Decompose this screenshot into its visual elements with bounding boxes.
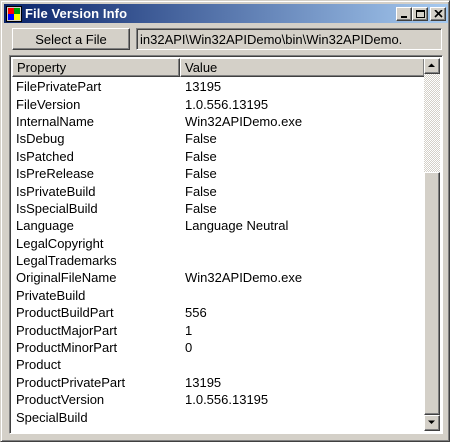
grid-row[interactable]: FilePrivatePart 13195: [12, 78, 425, 95]
value-cell: Win32APIDemo.exe: [185, 270, 303, 286]
property-cell: OriginalFileName: [16, 270, 117, 286]
property-cell: InternalName: [16, 113, 95, 129]
column-header-value[interactable]: Value: [180, 58, 425, 77]
grid-row[interactable]: IsPatched False: [12, 148, 425, 165]
properties-grid: Property Value FilePrivatePart 13195 FileV…: [9, 55, 443, 434]
grid-row[interactable]: IsPrivateBuild False: [12, 182, 425, 199]
grid-row[interactable]: PrivateBuild: [12, 287, 425, 304]
property-cell: Product: [16, 357, 61, 373]
caption-buttons: [396, 6, 446, 21]
value-cell: 13195: [185, 374, 222, 390]
value-cell: False: [185, 200, 217, 216]
property-cell: IsPrivateBuild: [16, 183, 96, 199]
property-cell: ProductMinorPart: [16, 340, 118, 356]
arrow-down-icon: [428, 420, 435, 424]
value-cell: 1.0.556.13195: [185, 392, 269, 408]
property-cell: ProductPrivatePart: [16, 374, 126, 390]
app-icon[interactable]: [6, 5, 22, 22]
grid-row[interactable]: InternalName Win32APIDemo.exe: [12, 113, 425, 130]
property-cell: ProductMajorPart: [16, 322, 118, 338]
scroll-down-button[interactable]: [424, 415, 440, 431]
grid-row[interactable]: Product: [12, 356, 425, 373]
maximize-icon: [416, 9, 425, 18]
value-cell: Win32APIDemo.exe: [185, 113, 303, 129]
value-cell: 556: [185, 305, 207, 321]
property-cell: IsPreRelease: [16, 166, 95, 182]
property-cell: IsSpecialBuild: [16, 200, 98, 216]
value-cell: 0: [185, 340, 193, 356]
grid-row[interactable]: IsDebug False: [12, 130, 425, 147]
grid-rows: FilePrivatePart 13195 FileVersion 1.0.556.1…: [12, 78, 425, 426]
select-file-button[interactable]: Select a File: [12, 28, 130, 50]
minimize-icon: [401, 15, 407, 18]
minimize-button[interactable]: [396, 6, 412, 21]
file-path-value: in32API\Win32APIDemo\bin\Win32APIDemo.: [140, 31, 403, 47]
property-cell: ProductBuildPart: [16, 305, 114, 321]
grid-header: Property Value: [12, 58, 425, 77]
grid-row[interactable]: IsSpecialBuild False: [12, 200, 425, 217]
title-bar[interactable]: File Version Info: [4, 4, 448, 23]
value-cell: Language Neutral: [185, 218, 289, 234]
scroll-up-button[interactable]: [424, 58, 440, 74]
file-path-field[interactable]: in32API\Win32APIDemo\bin\Win32APIDemo.: [136, 28, 442, 50]
property-cell: PrivateBuild: [16, 287, 86, 303]
grid-row[interactable]: FileVersion 1.0.556.13195: [12, 95, 425, 112]
grid-row[interactable]: OriginalFileName Win32APIDemo.exe: [12, 269, 425, 286]
property-cell: IsDebug: [16, 131, 65, 147]
grid-row[interactable]: SpecialBuild: [12, 408, 425, 425]
grid-row[interactable]: Language Language Neutral: [12, 217, 425, 234]
scroll-thumb[interactable]: [424, 172, 440, 415]
grid-row[interactable]: LegalCopyright: [12, 235, 425, 252]
grid-row[interactable]: LegalTrademarks: [12, 252, 425, 269]
property-cell: FileVersion: [16, 96, 81, 112]
window-title: File Version Info: [25, 6, 128, 21]
property-cell: SpecialBuild: [16, 409, 88, 425]
close-button[interactable]: [430, 6, 446, 21]
property-cell: LegalTrademarks: [16, 253, 117, 269]
value-cell: False: [185, 148, 217, 164]
grid-row[interactable]: ProductPrivatePart 13195: [12, 374, 425, 391]
property-cell: FilePrivatePart: [16, 79, 102, 95]
close-icon: [434, 9, 443, 18]
grid-row[interactable]: IsPreRelease False: [12, 165, 425, 182]
value-cell: 13195: [185, 79, 222, 95]
grid-row[interactable]: ProductBuildPart 556: [12, 304, 425, 321]
maximize-button[interactable]: [412, 6, 428, 21]
value-cell: False: [185, 131, 217, 147]
property-cell: LegalCopyright: [16, 235, 104, 251]
value-cell: 1: [185, 322, 193, 338]
property-cell: IsPatched: [16, 148, 74, 164]
value-cell: False: [185, 183, 217, 199]
grid-row[interactable]: ProductMinorPart 0: [12, 339, 425, 356]
property-cell: ProductVersion: [16, 392, 105, 408]
column-header-property[interactable]: Property: [12, 58, 180, 77]
vertical-scrollbar[interactable]: [424, 58, 440, 431]
grid-row[interactable]: ProductVersion 1.0.556.13195: [12, 391, 425, 408]
grid-row[interactable]: ProductMajorPart 1: [12, 321, 425, 338]
arrow-up-icon: [428, 63, 435, 67]
value-cell: False: [185, 166, 217, 182]
main-window: File Version Info Select a File in32API\…: [0, 0, 450, 442]
property-cell: Language: [16, 218, 74, 234]
value-cell: 1.0.556.13195: [185, 96, 269, 112]
